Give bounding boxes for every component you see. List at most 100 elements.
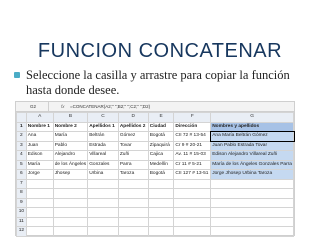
row-number: 7 bbox=[16, 178, 27, 189]
sheet-cell[interactable] bbox=[87, 216, 119, 227]
sheet-cell[interactable] bbox=[52, 178, 89, 189]
row-number: 1 bbox=[16, 121, 27, 132]
formula-bar: G2 fx =CONCATENAR(A2;" ";B2;" ";C2;" ";D… bbox=[16, 102, 294, 112]
sheet-cell[interactable] bbox=[210, 216, 294, 227]
sheet-cell[interactable]: Medellín bbox=[147, 159, 175, 170]
sheet-cell[interactable]: Juan bbox=[25, 140, 54, 151]
sheet-cell[interactable]: Cajica bbox=[147, 150, 175, 161]
sheet-cell[interactable]: Cr 11 # 5-21 bbox=[173, 159, 212, 170]
sheet-cell[interactable] bbox=[147, 178, 175, 189]
sheet-cell[interactable]: María bbox=[52, 131, 89, 142]
sheet-cell[interactable] bbox=[117, 178, 149, 189]
column-header: D bbox=[117, 112, 149, 123]
sheet-cell[interactable] bbox=[210, 207, 294, 218]
sheet-cell[interactable] bbox=[52, 207, 89, 218]
sheet-cell[interactable] bbox=[147, 197, 175, 208]
sheet-cell[interactable] bbox=[147, 226, 175, 237]
sheet-cell[interactable]: Pablo bbox=[52, 140, 89, 151]
sheet-cell[interactable]: Beltrán bbox=[87, 131, 119, 142]
sheet-cell[interactable]: Taroza bbox=[117, 169, 149, 180]
sheet-cell[interactable]: Apellidos 2 bbox=[117, 121, 149, 132]
sheet-cell[interactable]: Apellidos 1 bbox=[87, 121, 119, 132]
table-row: 9 bbox=[16, 197, 294, 208]
sheet-cell[interactable] bbox=[173, 216, 212, 227]
sheet-cell[interactable]: Bogotá bbox=[147, 131, 175, 142]
column-header: F bbox=[173, 112, 212, 123]
sheet-cell[interactable] bbox=[117, 226, 149, 237]
sheet-cell[interactable]: Edison bbox=[25, 150, 54, 161]
sheet-cell[interactable] bbox=[173, 188, 212, 199]
sheet-cell[interactable]: de los Ángeles bbox=[52, 159, 89, 170]
sheet-cell[interactable]: CII 72 # 13-54 bbox=[173, 131, 212, 142]
sheet-cell[interactable]: Cr 9 # 20-21 bbox=[173, 140, 212, 151]
sheet-cell[interactable] bbox=[25, 207, 54, 218]
slide-title: FUNCION CONCATENAR bbox=[37, 40, 283, 62]
sheet-cell[interactable] bbox=[210, 226, 294, 237]
row-number: 4 bbox=[16, 150, 27, 161]
sheet-cell[interactable]: María de los Ángeles Gonzales Parra bbox=[210, 159, 294, 170]
sheet-cell[interactable] bbox=[147, 216, 175, 227]
sheet-cell[interactable]: Estrada bbox=[87, 140, 119, 151]
table-row: 6 Jorge Jhosep Urbina Taroza Bogotá CII 127 # … bbox=[16, 169, 294, 180]
sheet-cell[interactable]: Jhosep bbox=[52, 169, 89, 180]
sheet-cell[interactable]: Tovar bbox=[117, 140, 149, 151]
sheet-cell[interactable] bbox=[117, 197, 149, 208]
sheet-cell[interactable]: Urbina bbox=[87, 169, 119, 180]
sheet-cell[interactable] bbox=[52, 188, 89, 199]
sheet-cell[interactable] bbox=[147, 188, 175, 199]
sheet-cell[interactable] bbox=[25, 188, 54, 199]
column-header: B bbox=[52, 112, 89, 123]
sheet-cell[interactable] bbox=[210, 197, 294, 208]
sheet-cell[interactable] bbox=[52, 197, 89, 208]
sheet-cell[interactable]: Gonzales bbox=[87, 159, 119, 170]
sheet-cell[interactable] bbox=[173, 226, 212, 237]
sheet-cell[interactable] bbox=[173, 207, 212, 218]
sheet-cell[interactable]: Villareal bbox=[87, 150, 119, 161]
sheet-cell[interactable] bbox=[173, 178, 212, 189]
sheet-cell[interactable]: Juan Pablo Estrada Tovar bbox=[210, 140, 294, 151]
sheet-cell[interactable] bbox=[25, 226, 54, 237]
sheet-cell[interactable]: Dirección bbox=[173, 121, 212, 132]
sheet-cell[interactable] bbox=[210, 188, 294, 199]
sheet-cell[interactable]: Nombre 1 bbox=[25, 121, 54, 132]
table-row: 10 bbox=[16, 207, 294, 218]
sheet-cell[interactable]: Parra bbox=[117, 159, 149, 170]
sheet-cell[interactable]: Jorge Jhosep Urbina Taroza bbox=[210, 169, 294, 180]
table-row: 8 bbox=[16, 188, 294, 199]
sheet-cell[interactable]: Gómez bbox=[117, 131, 149, 142]
sheet-cell[interactable]: Alejandro bbox=[52, 150, 89, 161]
sheet-cell[interactable] bbox=[25, 178, 54, 189]
table-row: 1 Nombre 1 Nombre 2 Apellidos 1 Apellidos 2C… bbox=[16, 121, 294, 132]
sheet-cell[interactable]: CII 127 # 13-51 bbox=[173, 169, 212, 180]
sheet-cell[interactable]: Av. 11 # 15-03 bbox=[173, 150, 212, 161]
sheet-cell[interactable] bbox=[117, 188, 149, 199]
sheet-cell[interactable] bbox=[52, 216, 89, 227]
sheet-cell[interactable]: Ciudad bbox=[147, 121, 175, 132]
sheet-cell[interactable]: Zuñi bbox=[117, 150, 149, 161]
sheet-cell[interactable]: Nombres y apellidos bbox=[210, 121, 294, 132]
sheet-cell[interactable] bbox=[25, 197, 54, 208]
sheet-cell[interactable]: Nombre 2 bbox=[52, 121, 89, 132]
sheet-cell[interactable] bbox=[87, 178, 119, 189]
sheet-cell[interactable] bbox=[210, 178, 294, 189]
sheet-cell[interactable] bbox=[147, 207, 175, 218]
row-number: 12 bbox=[16, 226, 27, 237]
sheet-cell[interactable] bbox=[173, 197, 212, 208]
sheet-cell[interactable]: Bogotá bbox=[147, 169, 175, 180]
sheet-cell[interactable]: Ana María Beltrán Gómez bbox=[209, 130, 295, 142]
sheet-cell[interactable] bbox=[117, 207, 149, 218]
sheet-cell[interactable]: Zipaquirá bbox=[147, 140, 175, 151]
sheet-cell[interactable]: María bbox=[25, 159, 54, 170]
cell-reference: G2 bbox=[18, 102, 49, 111]
sheet-cell[interactable] bbox=[52, 226, 89, 237]
formula-text: =CONCATENAR(A2;" ";B2;" ";C2;" ";D2) bbox=[70, 104, 151, 109]
sheet-cell[interactable] bbox=[87, 197, 119, 208]
sheet-cell[interactable]: Jorge bbox=[25, 169, 54, 180]
sheet-cell[interactable] bbox=[87, 188, 119, 199]
sheet-cell[interactable]: Ana bbox=[25, 131, 54, 142]
sheet-cell[interactable]: Edison Alejandro Villareal Zuñi bbox=[210, 150, 294, 161]
sheet-cell[interactable] bbox=[117, 216, 149, 227]
sheet-cell[interactable] bbox=[25, 216, 54, 227]
sheet-cell[interactable] bbox=[87, 226, 119, 237]
sheet-cell[interactable] bbox=[87, 207, 119, 218]
